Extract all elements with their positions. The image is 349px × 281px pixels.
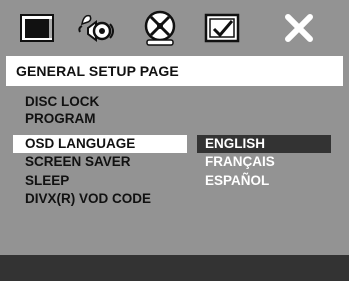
exit-setup-icon [281, 11, 317, 45]
setup-menu: DISC LOCK PROGRAM OSD LANGUAGE SCREEN SA… [0, 86, 349, 255]
option-english[interactable]: ENGLISH [197, 135, 331, 153]
menu-item-sleep[interactable]: SLEEP [25, 172, 69, 190]
menu-item-osd-language[interactable]: OSD LANGUAGE [13, 135, 187, 153]
tab-preference-page[interactable] [198, 6, 248, 50]
option-francais[interactable]: FRANÇAIS [205, 153, 275, 171]
status-bar [0, 255, 349, 281]
tab-exit[interactable] [274, 6, 324, 50]
preference-page-icon [202, 10, 244, 46]
menu-item-divx-vod-code[interactable]: DIVX(R) VOD CODE [25, 190, 151, 208]
tab-audio-setup[interactable] [73, 6, 123, 50]
tab-general-setup[interactable] [13, 6, 63, 50]
audio-setup-icon [76, 10, 120, 46]
menu-item-program[interactable]: PROGRAM [25, 110, 96, 128]
option-espanol[interactable]: ESPAÑOL [205, 172, 269, 190]
setup-screen: GENERAL SETUP PAGE DISC LOCK PROGRAM OSD… [0, 0, 349, 281]
dolby-digital-setup-icon [138, 9, 182, 47]
menu-item-disc-lock[interactable]: DISC LOCK [25, 93, 99, 111]
tab-dolby-setup[interactable] [135, 6, 185, 50]
menu-item-screen-saver[interactable]: SCREEN SAVER [25, 153, 131, 171]
page-title: GENERAL SETUP PAGE [16, 63, 179, 79]
page-header: GENERAL SETUP PAGE [6, 56, 343, 86]
setup-tab-bar [0, 0, 349, 55]
general-setup-icon [18, 11, 58, 45]
